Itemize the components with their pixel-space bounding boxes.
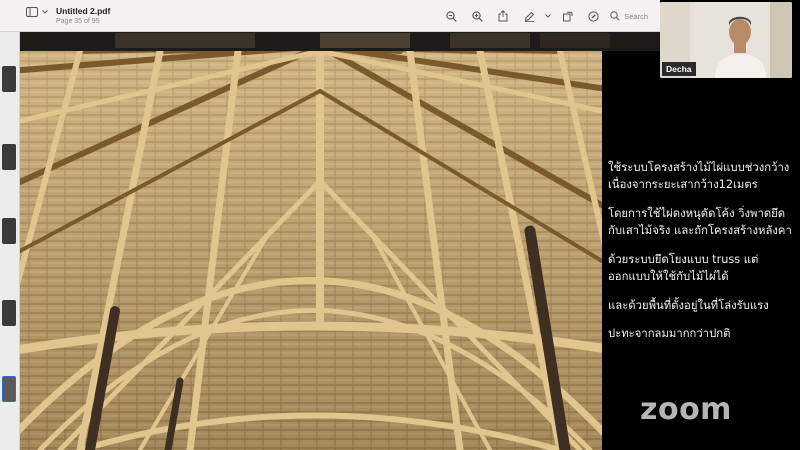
- sidebar-toggle-icon[interactable]: [26, 7, 38, 17]
- sidebar-toggle[interactable]: [26, 7, 48, 17]
- rotate-icon: [562, 11, 573, 21]
- zoom-out-icon: [446, 10, 457, 22]
- slide-text-panel: ใช้ระบบโครงสร้างไม้ไผ่แบบช่วงกว้าง เนื่อ…: [608, 160, 798, 355]
- annotate-icon: [588, 10, 599, 22]
- participant-video[interactable]: Decha: [660, 2, 792, 78]
- page-indicator: Page 35 of 95: [56, 18, 100, 25]
- chevron-down-icon[interactable]: [42, 10, 48, 14]
- pdf-toolbar: Untitled 2.pdf Page 35 of 95 Search: [0, 0, 660, 32]
- markup-button[interactable]: [516, 7, 542, 25]
- slide-paragraph: และด้วยพื้นที่ตั้งอยู่ในที่โล่งรับแรง: [608, 299, 769, 312]
- markup-menu-button[interactable]: [542, 7, 554, 25]
- page-thumbnail[interactable]: [2, 300, 16, 326]
- annotate-button[interactable]: [580, 7, 606, 25]
- share-icon: [498, 10, 508, 22]
- slide-paragraph: ใช้ระบบโครงสร้างไม้ไผ่แบบช่วงกว้าง เนื่อ…: [608, 161, 790, 191]
- rotate-button[interactable]: [554, 7, 580, 25]
- thumbnail-sidebar[interactable]: [0, 32, 20, 450]
- zoom-in-icon: [472, 10, 483, 22]
- chevron-down-icon: [545, 14, 552, 18]
- toolbar-actions: Search: [438, 7, 652, 25]
- page-thumbnail[interactable]: [2, 144, 16, 170]
- pdf-viewer-window: Untitled 2.pdf Page 35 of 95 Search: [0, 0, 660, 450]
- markup-pen-icon: [524, 11, 534, 22]
- page-thumbnail-current[interactable]: [2, 376, 16, 402]
- participant-name: Decha: [662, 62, 696, 76]
- search-icon: [610, 11, 620, 21]
- zoom-out-button[interactable]: [438, 7, 464, 25]
- zoom-in-button[interactable]: [464, 7, 490, 25]
- slide-paragraph: ปะทะจากลมมากกว่าปกติ: [608, 326, 731, 340]
- document-title: Untitled 2.pdf: [56, 6, 111, 16]
- slide-paragraph: โดยการใช้ไผ่ดงหนุดัดโค้ง วิ่งพาดยึดกับเส…: [608, 207, 792, 237]
- zoom-watermark: zoom: [640, 392, 732, 427]
- search-placeholder: Search: [624, 11, 648, 21]
- page-thumbnail[interactable]: [2, 218, 16, 244]
- share-button[interactable]: [490, 7, 516, 25]
- previous-page-edge: [20, 33, 660, 48]
- search-field[interactable]: Search: [606, 7, 652, 25]
- slide-paragraph: ด้วยระบบยึดโยงแบบ truss แต่ออกแบบให้ใช้ก…: [608, 253, 759, 283]
- bamboo-roof-photo: [20, 51, 602, 450]
- page-thumbnail[interactable]: [2, 66, 16, 92]
